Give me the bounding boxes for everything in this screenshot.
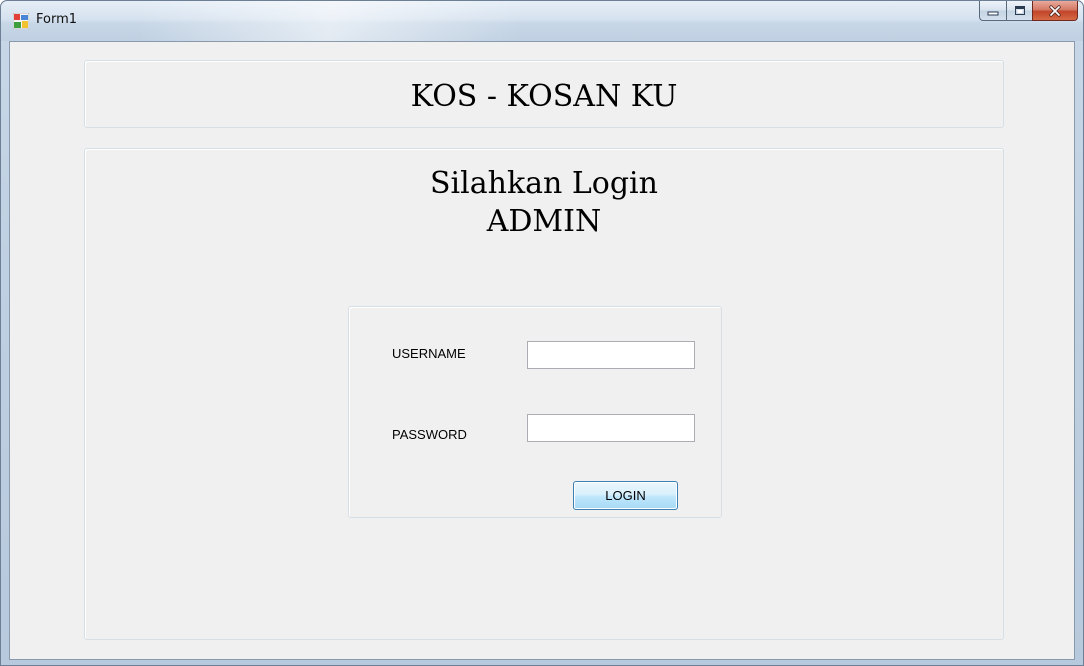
main-panel: Silahkan Login ADMIN USERNAME PASSWORD L… [84, 148, 1004, 640]
winforms-app-icon[interactable] [13, 13, 29, 29]
login-heading-line2: ADMIN [486, 204, 602, 239]
maximize-icon [1014, 6, 1025, 15]
username-label: USERNAME [392, 346, 466, 361]
form-client-area: KOS - KOSAN KU Silahkan Login ADMIN USER… [9, 41, 1075, 660]
header-panel: KOS - KOSAN KU [84, 60, 1004, 128]
title-bar-sheen [141, 1, 521, 41]
app-title: KOS - KOSAN KU [410, 79, 678, 114]
title-bar[interactable]: Form1 [1, 1, 1083, 41]
login-button[interactable]: LOGIN [573, 481, 678, 510]
minimize-icon [987, 11, 999, 15]
login-heading: Silahkan Login ADMIN [85, 165, 1003, 241]
window-controls [979, 1, 1078, 23]
close-button[interactable] [1032, 1, 1078, 21]
minimize-button[interactable] [979, 1, 1006, 21]
app-window: Form1 KOS - KOSAN KU Silahkan Login ADMI… [0, 0, 1084, 666]
maximize-button[interactable] [1006, 1, 1032, 21]
close-icon [1049, 4, 1061, 17]
window-title: Form1 [36, 12, 78, 27]
username-input[interactable] [527, 341, 695, 369]
password-label: PASSWORD [392, 427, 467, 442]
login-panel: USERNAME PASSWORD LOGIN [348, 306, 722, 518]
login-heading-line1: Silahkan Login [430, 166, 658, 201]
password-input[interactable] [527, 414, 695, 442]
